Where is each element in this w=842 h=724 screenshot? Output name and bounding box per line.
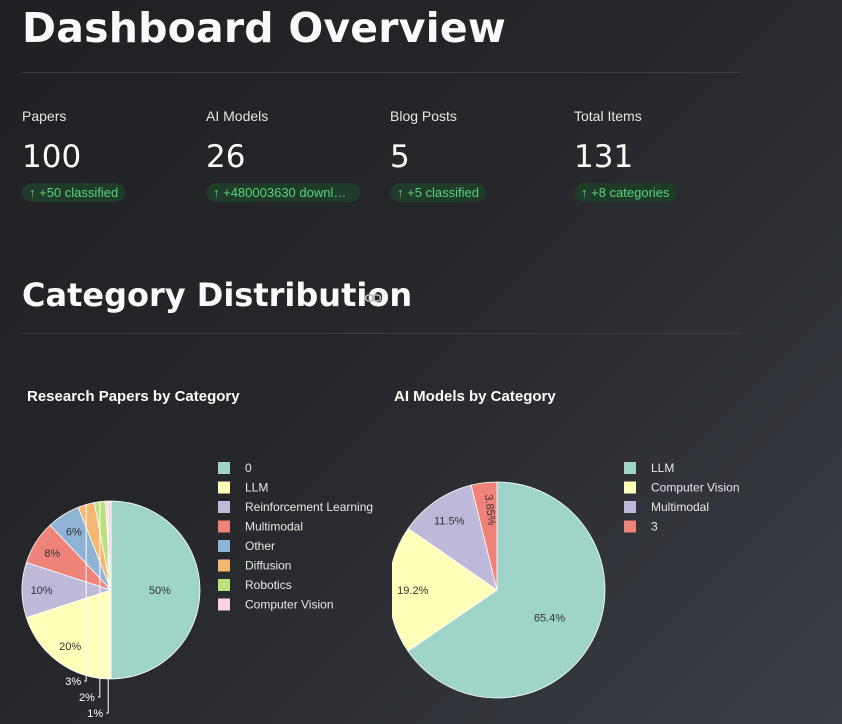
- papers-pie-chart: 50% 20% 10% 8% 6% 3% 2% 1% 0 LLM Reinforcement Lea…: [21, 461, 373, 720]
- metric-value: 131: [574, 139, 634, 175]
- legend-label-3: 3: [651, 520, 658, 534]
- pie-label-multimodal: 11.5%: [434, 516, 465, 528]
- legend-label-0: 0: [245, 461, 252, 475]
- legend-swatch-diffusion: [218, 559, 230, 572]
- metric-label: AI Models: [206, 108, 269, 124]
- metric-label: Papers: [22, 108, 67, 124]
- chart-title-models: AI Models by Category: [394, 388, 556, 405]
- legend-swatch-computer-vision: [218, 598, 230, 611]
- metric-label: Blog Posts: [390, 108, 457, 124]
- metric-blog-posts: Blog Posts 5 ↑ +5 classified: [390, 108, 487, 207]
- legend-swatch-3: [624, 520, 636, 533]
- legend-label-computer-vision: Computer Vision: [651, 481, 740, 495]
- legend-label-llm: LLM: [245, 481, 268, 495]
- legend-label-other: Other: [245, 539, 275, 553]
- section-divider: [22, 333, 742, 334]
- legend-swatch-llm: [624, 462, 636, 474]
- metric-ai-models: AI Models 26 ↑ +480003630 downloa…: [206, 108, 360, 207]
- legend-label-computer-vision: Computer Vision: [245, 598, 334, 612]
- pie-label-llm: 65.4%: [534, 613, 565, 625]
- pie-label-computer-vision: 1%: [87, 708, 103, 720]
- chart-title-papers: Research Papers by Category: [27, 388, 240, 405]
- metric-delta-badge: ↑ +8 categories: [574, 183, 677, 202]
- pie-label-robotics: 2%: [79, 692, 95, 704]
- metric-papers: Papers 100 ↑ +50 classified: [22, 108, 126, 207]
- legend-swatch-reinforcement-learning: [218, 501, 230, 513]
- legend-label-diffusion: Diffusion: [245, 559, 291, 573]
- models-pie-chart: 65.4%19.2%11.5% 3.85%LLMComputer VisionMu…: [392, 461, 740, 699]
- legend-swatch-computer-vision: [624, 481, 636, 494]
- legend-label-multimodal: Multimodal: [245, 520, 303, 534]
- title-divider: [22, 72, 742, 73]
- pie-label-diffusion: 3%: [65, 676, 81, 688]
- metric-delta-badge: ↑ +480003630 downloa…: [206, 183, 360, 202]
- metric-total-items: Total Items 131 ↑ +8 categories: [574, 108, 677, 207]
- pie-label-reinforcement-learning: 10%: [31, 585, 53, 597]
- legend-swatch-multimodal: [218, 520, 230, 533]
- pie-label-0: 50%: [149, 585, 171, 597]
- legend-label-reinforcement-learning: Reinforcement Learning: [245, 500, 373, 514]
- legend-label-robotics: Robotics: [245, 578, 292, 592]
- metric-delta-badge: ↑ +50 classified: [22, 183, 126, 202]
- legend-swatch-robotics: [218, 579, 230, 591]
- legend-swatch-other: [218, 540, 230, 552]
- section-title: Category Distribution: [22, 276, 413, 314]
- metric-value: 5: [390, 139, 410, 175]
- legend-swatch-0: [218, 462, 230, 474]
- pie-label-computer-vision: 19.2%: [397, 585, 428, 597]
- legend-label-multimodal: Multimodal: [651, 500, 709, 514]
- legend-swatch-multimodal: [624, 501, 636, 513]
- anchor-link-icon[interactable]: [364, 289, 382, 307]
- metric-label: Total Items: [574, 108, 642, 124]
- metric-value: 26: [206, 139, 246, 175]
- page-title: Dashboard Overview: [22, 4, 506, 52]
- metric-delta-badge: ↑ +5 classified: [390, 183, 487, 202]
- metric-value: 100: [22, 139, 82, 175]
- legend-label-llm: LLM: [651, 461, 674, 475]
- pie-label-multimodal: 8%: [44, 548, 60, 560]
- pie-label-llm: 20%: [59, 641, 81, 653]
- pie-label-other: 6%: [66, 526, 82, 538]
- legend-swatch-llm: [218, 481, 230, 494]
